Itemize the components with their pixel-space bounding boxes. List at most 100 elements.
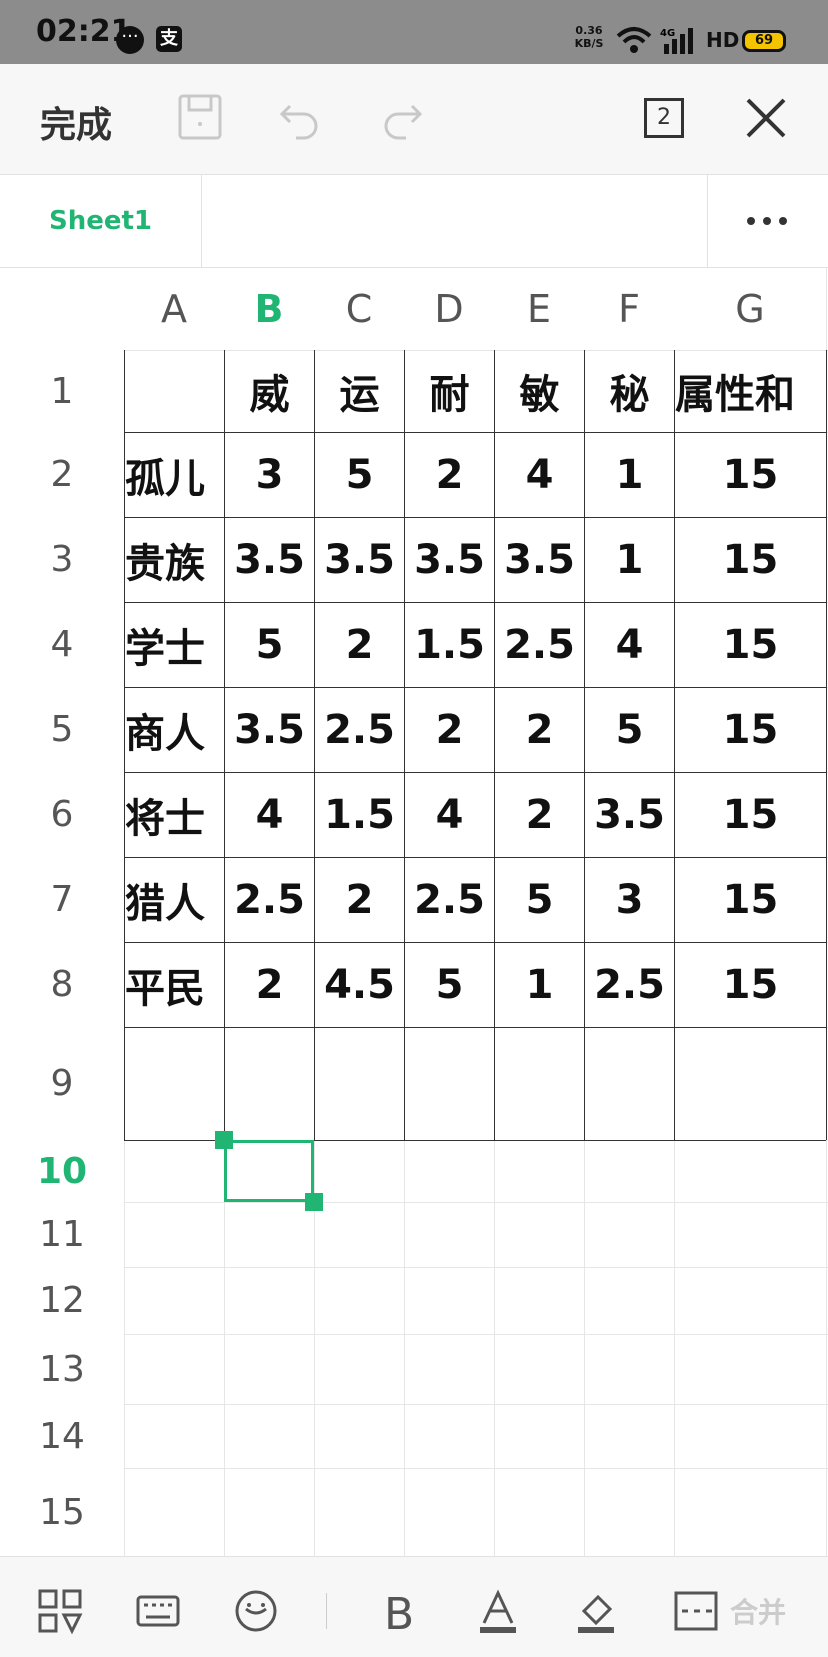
table-cell[interactable]: 2 [405,687,494,772]
table-cell[interactable]: 2.5 [495,602,584,687]
column-header-c[interactable]: C [314,268,404,350]
table-header-cell[interactable]: 属性和 [675,350,826,432]
table-cell[interactable]: 1 [585,517,674,602]
table-cell[interactable]: 4 [495,432,584,517]
column-header-b[interactable]: B [224,268,314,350]
font-color-icon[interactable] [474,1587,522,1635]
row-header-14[interactable]: 14 [0,1404,124,1468]
table-cell[interactable]: 4.5 [315,942,404,1027]
table-header-cell[interactable]: 敏 [495,350,584,432]
table-cell[interactable]: 2.5 [585,942,674,1027]
table-cell[interactable]: 3.5 [225,517,314,602]
selection-handle-bottom-right[interactable] [305,1193,323,1211]
save-icon[interactable] [176,92,226,142]
row-header-11[interactable]: 11 [0,1202,124,1267]
table-cell[interactable]: 5 [405,942,494,1027]
table-cell[interactable]: 5 [315,432,404,517]
table-cell[interactable]: 学士 [125,602,224,687]
keyboard-icon[interactable] [134,1587,182,1635]
table-cell[interactable]: 猎人 [125,857,224,942]
row-header-12[interactable]: 12 [0,1267,124,1334]
table-cell[interactable]: 5 [495,857,584,942]
close-icon[interactable] [744,96,788,140]
tab-sheet1[interactable]: Sheet1 [0,175,202,267]
table-cell[interactable]: 2 [405,432,494,517]
table-cell[interactable]: 5 [585,687,674,772]
row-header-1[interactable]: 1 [0,350,124,432]
table-cell[interactable]: 1 [495,942,584,1027]
table-header-cell[interactable]: 耐 [405,350,494,432]
table-cell[interactable]: 15 [675,432,826,517]
row-header-8[interactable]: 8 [0,942,124,1027]
table-cell[interactable]: 1.5 [315,772,404,857]
table-cell[interactable]: 将士 [125,772,224,857]
row-header-4[interactable]: 4 [0,602,124,687]
table-cell[interactable]: 4 [225,772,314,857]
table-header-cell[interactable]: 秘 [585,350,674,432]
done-button[interactable]: 完成 [40,96,112,148]
table-cell[interactable]: 2 [225,942,314,1027]
bold-icon[interactable]: B [376,1587,424,1635]
column-header-d[interactable]: D [404,268,494,350]
table-cell[interactable]: 15 [675,772,826,857]
table-cell[interactable]: 2 [315,857,404,942]
fill-color-icon[interactable] [572,1587,620,1635]
table-cell[interactable]: 贵族 [125,517,224,602]
table-header-cell[interactable] [125,350,224,432]
redo-icon[interactable] [376,92,426,142]
table-cell[interactable]: 2 [495,687,584,772]
apps-grid-icon[interactable] [36,1587,84,1635]
grid-line-horizontal [0,1267,828,1268]
column-header-g[interactable]: G [674,268,826,350]
table-cell[interactable]: 平民 [125,942,224,1027]
table-cell[interactable]: 1 [585,432,674,517]
alipay-notification-icon: 支 [156,26,182,52]
table-cell[interactable]: 3.5 [405,517,494,602]
row-header-13[interactable]: 13 [0,1334,124,1404]
table-cell[interactable]: 3 [585,857,674,942]
table-cell[interactable]: 2.5 [405,857,494,942]
table-cell[interactable]: 2 [315,602,404,687]
column-header-a[interactable]: A [124,268,224,350]
table-cell[interactable]: 3.5 [495,517,584,602]
table-cell[interactable]: 15 [675,942,826,1027]
row-header-5[interactable]: 5 [0,687,124,772]
table-cell[interactable]: 15 [675,687,826,772]
table-cell[interactable]: 1.5 [405,602,494,687]
table-cell[interactable]: 商人 [125,687,224,772]
table-cell[interactable]: 5 [225,602,314,687]
table-header-cell[interactable]: 威 [225,350,314,432]
table-cell[interactable]: 3.5 [585,772,674,857]
page-count-button[interactable]: 2 [644,98,684,138]
table-cell[interactable]: 15 [675,517,826,602]
table-cell[interactable]: 4 [585,602,674,687]
table-cell[interactable]: 2.5 [315,687,404,772]
row-header-3[interactable]: 3 [0,517,124,602]
undo-icon[interactable] [276,92,326,142]
more-icon[interactable] [745,215,789,227]
column-header-f[interactable]: F [584,268,674,350]
row-header-9[interactable]: 9 [0,1027,124,1140]
table-cell[interactable]: 4 [405,772,494,857]
table-cell[interactable]: 2.5 [225,857,314,942]
table-header-cell[interactable]: 运 [315,350,404,432]
table-cell[interactable]: 2 [495,772,584,857]
merge-cells-icon[interactable] [672,1587,720,1635]
table-cell[interactable]: 3.5 [315,517,404,602]
selected-cell[interactable] [224,1140,314,1202]
row-header-10[interactable]: 10 [0,1140,124,1202]
column-header-e[interactable]: E [494,268,584,350]
table-cell[interactable]: 3 [225,432,314,517]
table-cell[interactable]: 3.5 [225,687,314,772]
voice-assistant-icon[interactable] [232,1587,280,1635]
row-header-7[interactable]: 7 [0,857,124,942]
table-cell[interactable]: 孤儿 [125,432,224,517]
table-cell[interactable]: 15 [675,857,826,942]
row-header-15[interactable]: 15 [0,1468,124,1556]
row-header-6[interactable]: 6 [0,772,124,857]
table-cell[interactable]: 15 [675,602,826,687]
spreadsheet-grid[interactable]: A B C D E F G 1 2 3 4 5 6 7 8 9 10 11 12 13 14 15 威运耐敏秘属性和 孤儿 3 5… [0,268,828,1556]
row-header-2[interactable]: 2 [0,432,124,517]
selection-handle-top-left[interactable] [215,1131,233,1149]
table-border-horizontal [124,1027,826,1028]
